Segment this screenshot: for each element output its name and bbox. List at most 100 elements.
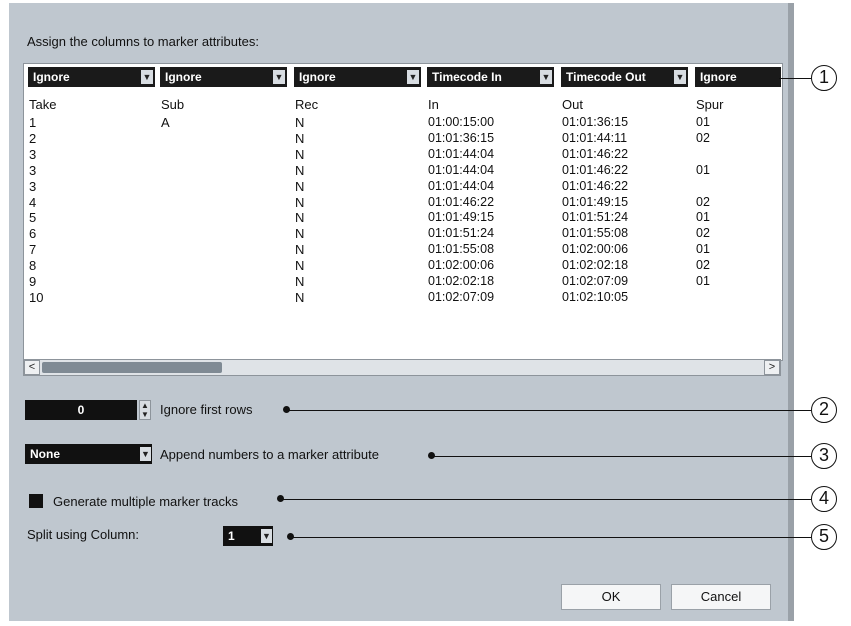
column-attribute-value: Ignore — [700, 70, 737, 84]
cancel-button[interactable]: Cancel — [671, 584, 771, 610]
table-cell: 01:01:44:11 — [562, 130, 628, 145]
table-cell: 7 — [29, 242, 37, 258]
table-cell: 01 — [696, 115, 710, 129]
table-cell: 01:02:02:18 — [428, 274, 495, 288]
column-attribute-value: Ignore — [33, 70, 70, 84]
table-cell: N — [295, 258, 305, 274]
table-cell: 3 — [29, 178, 37, 194]
column-label: In — [428, 97, 439, 112]
column-2-attribute-select[interactable]: Ignore ▼ — [294, 67, 421, 87]
column-5-attribute-select[interactable]: Ignore — [695, 67, 781, 87]
column-attribute-value: Timecode Out — [566, 70, 646, 84]
chevron-down-icon: ▼ — [407, 70, 419, 84]
dialog-title: Assign the columns to marker attributes: — [27, 34, 259, 49]
table-cell: 1 — [29, 115, 37, 130]
table-cell: 3 — [29, 162, 37, 178]
table-cell: 01 — [696, 210, 710, 225]
table-cell: 01:01:51:24 — [428, 226, 495, 241]
table-cell: N — [295, 226, 305, 242]
split-column-select[interactable]: 1 ▼ — [223, 526, 273, 546]
table-cell: A — [161, 115, 170, 130]
table-cell: 01 — [696, 162, 710, 177]
table-cell: N — [295, 274, 305, 289]
table-cell: 01:02:00:06 — [562, 242, 629, 257]
callout-leader-1 — [779, 78, 811, 79]
dialog-edge — [788, 3, 794, 621]
table-cell: N — [295, 162, 305, 178]
append-label: Append numbers to a marker attribute — [160, 447, 379, 462]
table-cell: 01:02:07:09 — [562, 274, 629, 288]
generate-tracks-checkbox[interactable] — [29, 494, 43, 508]
chevron-down-icon: ▼ — [273, 70, 285, 84]
table-cell: 01:01:49:15 — [562, 194, 629, 209]
table-cell: 01:01:46:22 — [562, 178, 629, 193]
scroll-left-button[interactable]: < — [24, 360, 40, 375]
column-label: Rec — [295, 97, 319, 112]
callout-3: 3 — [811, 443, 837, 469]
column-label: Sub — [161, 97, 185, 112]
table-cell: 02 — [696, 194, 710, 209]
table-cell: 01:01:46:22 — [562, 146, 629, 161]
table-cell: 01:02:02:18 — [562, 258, 629, 273]
callout-leader-4 — [280, 499, 811, 500]
table-cell: 01:01:55:08 — [428, 242, 495, 257]
chevron-down-icon: ▼ — [540, 70, 552, 84]
column-4-attribute-select[interactable]: Timecode Out ▼ — [561, 67, 688, 87]
table-cell: N — [295, 178, 305, 194]
column-label: Out — [562, 97, 583, 112]
table-cell: 01:01:46:22 — [428, 194, 495, 209]
table-cell: 02 — [696, 226, 710, 241]
split-column-label: Split using Column: — [27, 527, 139, 542]
column-1-attribute-select[interactable]: Ignore ▼ — [160, 67, 287, 87]
table-cell: 01:01:44:04 — [428, 162, 495, 177]
table-cell: 01 — [696, 274, 710, 288]
table-cell: 01:02:00:06 — [428, 258, 495, 273]
chevron-down-icon: ▼ — [140, 447, 151, 461]
table-cell: 6 — [29, 226, 37, 242]
table-cell: N — [295, 242, 305, 258]
table-cell: 01:01:36:15 — [562, 115, 629, 129]
column-attribute-value: Ignore — [165, 70, 202, 84]
table-cell: 9 — [29, 274, 37, 289]
table-cell: 01:01:51:24 — [562, 210, 629, 225]
table-cell: N — [295, 289, 305, 305]
callout-leader-3 — [431, 456, 811, 457]
append-attribute-select[interactable]: None ▼ — [25, 444, 152, 464]
table-cell: 8 — [29, 258, 37, 274]
chevron-down-icon: ▼ — [674, 70, 686, 84]
column-0-attribute-select[interactable]: Ignore ▼ — [28, 67, 155, 87]
column-3-attribute-select[interactable]: Timecode In ▼ — [427, 67, 554, 87]
table-cell: 01:01:55:08 — [562, 226, 629, 241]
chevron-down-icon: ▼ — [261, 529, 272, 543]
table-cell: 01:02:10:05 — [562, 289, 629, 304]
scroll-right-button[interactable]: > — [764, 360, 780, 375]
table-cell: N — [295, 130, 305, 146]
column-attribute-value: Timecode In — [432, 70, 502, 84]
table-cell: N — [295, 194, 305, 210]
callout-1: 1 — [811, 65, 837, 91]
table-cell: 01:01:46:22 — [562, 162, 629, 177]
generate-tracks-label: Generate multiple marker tracks — [53, 494, 238, 509]
table-cell: 4 — [29, 194, 37, 210]
column-label: Spur — [696, 97, 724, 112]
table-cell: 01:01:49:15 — [428, 210, 495, 225]
table-cell: 01:00:15:00 — [428, 115, 495, 129]
table-cell: 01:01:36:15 — [428, 130, 495, 145]
table-cell: N — [295, 115, 305, 130]
table-cell: 5 — [29, 210, 37, 226]
ignore-rows-input[interactable]: 0 — [25, 400, 137, 420]
table-cell: 3 — [29, 146, 37, 162]
ignore-rows-label: Ignore first rows — [160, 402, 253, 417]
append-attribute-value: None — [30, 447, 60, 461]
callout-5: 5 — [811, 524, 837, 550]
column-label: Take — [29, 97, 57, 112]
callout-leader-5 — [290, 537, 811, 538]
scroll-thumb[interactable] — [42, 362, 222, 373]
table-cell: 01:01:44:04 — [428, 146, 495, 161]
column-assignment-table: Ignore ▼ Take Ignore ▼ Sub Ignore ▼ Rec Timecode … — [23, 63, 783, 361]
table-cell: 01 — [696, 242, 710, 257]
spinner-arrows-icon[interactable]: ▲ ▼ — [139, 400, 151, 420]
chevron-down-icon: ▼ — [141, 70, 153, 84]
ok-button[interactable]: OK — [561, 584, 661, 610]
horizontal-scrollbar[interactable]: < > — [23, 359, 781, 376]
